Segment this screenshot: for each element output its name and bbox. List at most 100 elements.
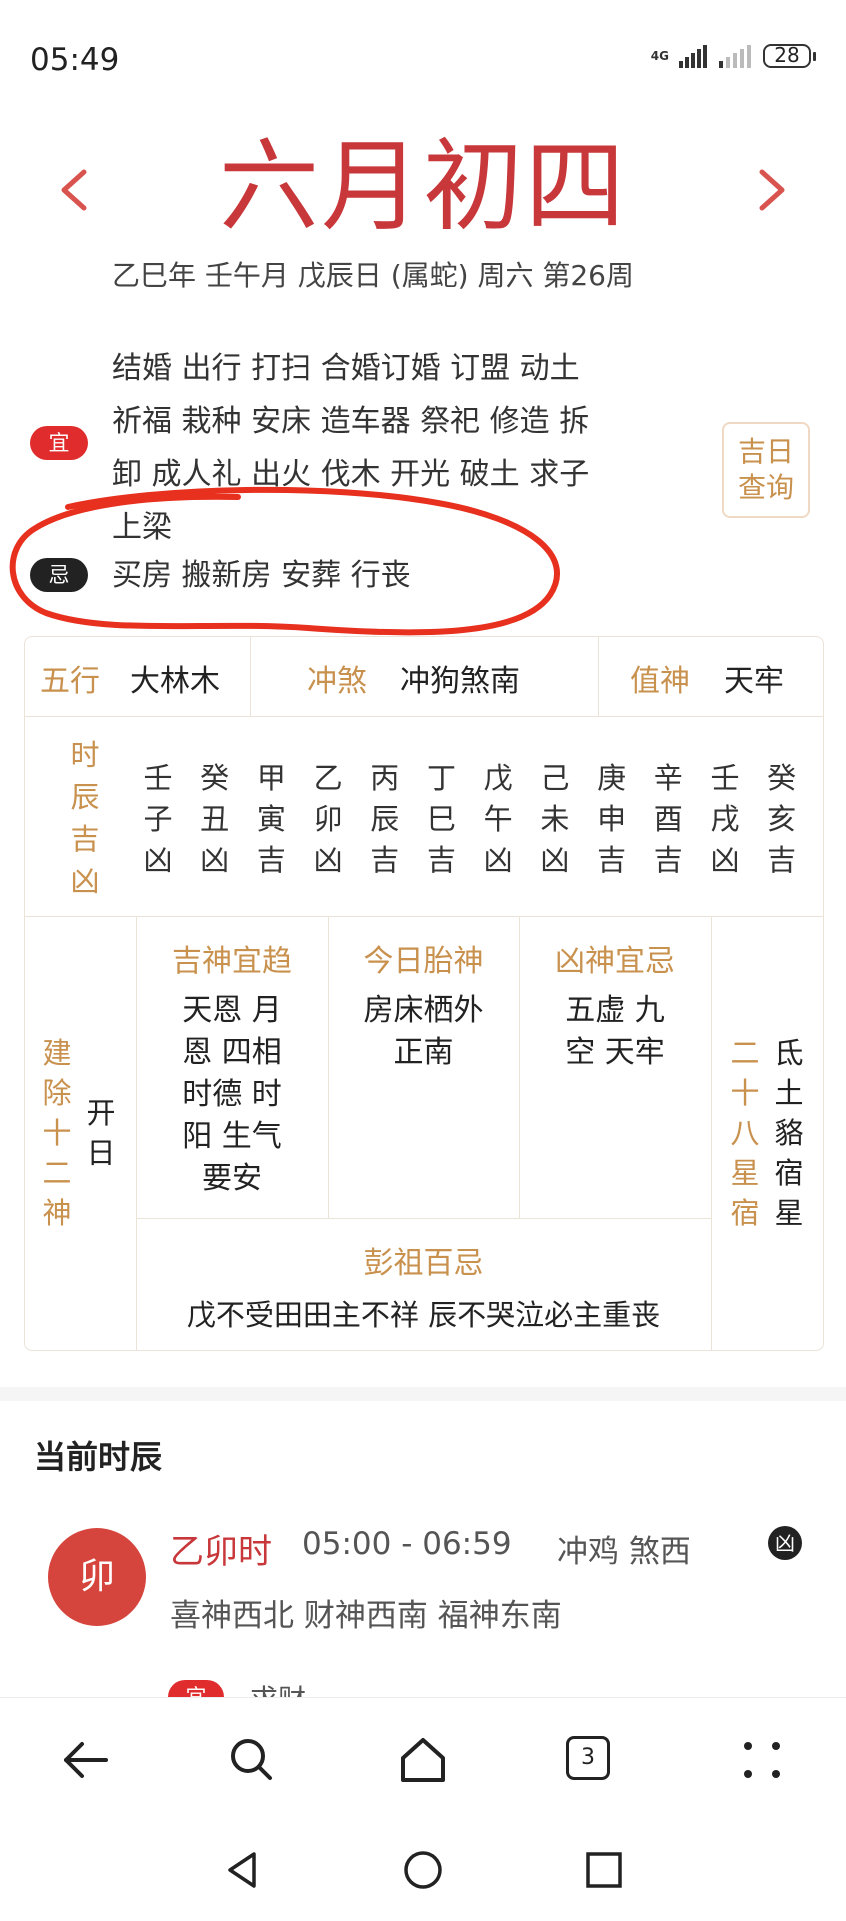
shichen-column: 庚申吉	[589, 758, 635, 881]
yi-line: 结婚 出行 打扫 合婚订婚 订盟 动土	[112, 351, 580, 386]
shichen-char: 辛	[653, 761, 683, 795]
xiongshen-value: 五虚 九空 天牢	[565, 993, 665, 1070]
hand-drawn-annotation-circle	[9, 486, 560, 636]
shichen-column: 壬戌凶	[702, 758, 748, 881]
jishen-value: 天恩 月恩 四相 时德 时阳 生气 要安	[182, 993, 282, 1196]
battery-level: 28	[763, 44, 811, 68]
current-shichen-name: 乙卯时	[170, 1532, 272, 1572]
shichen-char: 壬	[710, 761, 740, 795]
shichen-column: 乙卯凶	[305, 758, 351, 881]
button-label-line: 查询	[737, 471, 794, 504]
shichen-column: 丙辰吉	[362, 758, 408, 881]
signal-icon-secondary	[719, 45, 751, 68]
back-arrow-icon[interactable]	[58, 1732, 114, 1788]
shichen-char: 甲	[256, 761, 286, 795]
shichen-char: 寅	[256, 802, 286, 836]
shichen-fortune: 吉	[767, 843, 797, 877]
shichen-char: 丙	[370, 761, 400, 795]
shichen-char: 亥	[767, 802, 797, 836]
current-shichen-gods: 喜神西北 财神西南 福神东南	[170, 1598, 562, 1634]
signal-icon	[679, 45, 707, 68]
pengzu-value: 戊不受田田主不祥 辰不哭泣必主重丧	[186, 1298, 661, 1332]
shichen-char: 丑	[200, 802, 230, 836]
shichen-fortune: 吉	[256, 843, 286, 877]
search-icon[interactable]	[224, 1732, 280, 1788]
xiong-badge: 凶	[768, 1526, 802, 1560]
shichen-fortune: 凶	[540, 843, 570, 877]
shichen-column: 甲寅吉	[248, 758, 294, 881]
shichen-label: 时辰 吉凶	[70, 738, 100, 898]
shichen-fortune: 吉	[426, 843, 456, 877]
zhishen-value: 天牢	[724, 664, 784, 699]
shichen-char: 未	[540, 802, 570, 836]
shichen-char: 壬	[143, 761, 173, 795]
zhishen-label: 值神	[630, 664, 690, 699]
shichen-column: 壬子凶	[135, 758, 181, 881]
shichen-column: 辛酉吉	[645, 758, 691, 881]
button-label-line: 吉日	[737, 435, 794, 468]
shichen-char: 癸	[767, 761, 797, 795]
wuxing-value: 大林木	[130, 664, 220, 699]
shichen-char: 午	[483, 802, 513, 836]
section-divider	[0, 1387, 846, 1401]
xiu-value: 氐土 貉宿 星	[774, 1036, 804, 1230]
shichen-column: 癸丑凶	[192, 758, 238, 881]
chevron-right-icon[interactable]	[746, 160, 796, 220]
shichen-char: 辰	[370, 802, 400, 836]
shichen-char: 酉	[653, 802, 683, 836]
shichen-char: 巳	[426, 802, 456, 836]
wuxing-label: 五行	[40, 664, 100, 699]
current-shichen-time: 05:00 - 06:59	[302, 1526, 512, 1562]
shichen-column: 丁巳吉	[419, 758, 465, 881]
pengzu-label: 彭祖百忌	[363, 1246, 484, 1281]
chongsha-label: 冲煞	[307, 664, 367, 699]
shichen-column: 癸亥吉	[759, 758, 805, 881]
shichen-fortune: 凶	[313, 843, 343, 877]
shichen-char: 癸	[200, 761, 230, 795]
yi-line: 祈福 栽种 安床 造车器 祭祀 修造 拆	[112, 404, 590, 439]
shichen-char: 庚	[597, 761, 627, 795]
shichen-fortune: 吉	[597, 843, 627, 877]
date-info: 乙巳年 壬午月 戊辰日 (属蛇) 周六 第26周	[112, 259, 634, 292]
system-recents-icon[interactable]	[582, 1848, 626, 1892]
xiongshen-label: 凶神宜忌	[555, 944, 675, 979]
status-icons: 4G 28	[651, 44, 816, 68]
auspicious-day-query-button[interactable]: 吉日 查询	[722, 422, 810, 518]
shichen-fortune: 凶	[483, 843, 513, 877]
shichen-char: 丁	[426, 761, 456, 795]
current-shichen-title: 当前时辰	[34, 1438, 163, 1476]
more-menu-icon[interactable]	[734, 1732, 790, 1788]
shichen-column: 戊午凶	[475, 758, 521, 881]
shichen-char: 戊	[483, 761, 513, 795]
shichen-char: 申	[597, 802, 627, 836]
shichen-fortune: 吉	[370, 843, 400, 877]
jianchu-value: 开日	[86, 1096, 116, 1170]
system-back-icon[interactable]	[220, 1848, 264, 1892]
shichen-char: 子	[143, 802, 173, 836]
shichen-column: 己未凶	[532, 758, 578, 881]
shichen-char: 卯	[313, 802, 343, 836]
jishen-label: 吉神宜趋	[172, 944, 292, 979]
shichen-branch-circle: 卯	[48, 1528, 146, 1626]
status-time: 05:49	[30, 42, 120, 78]
lunar-date-title: 六月初四	[219, 128, 627, 245]
shichen-fortune: 吉	[653, 843, 683, 877]
home-icon[interactable]	[395, 1732, 451, 1788]
network-type: 4G	[650, 48, 669, 63]
system-home-icon[interactable]	[401, 1848, 445, 1892]
shichen-fortune: 凶	[200, 843, 230, 877]
chongsha-value: 冲狗煞南	[400, 664, 520, 699]
shichen-char: 乙	[313, 761, 343, 795]
yi-badge: 宜	[30, 426, 88, 460]
current-shichen-clash: 冲鸡 煞西	[557, 1534, 691, 1570]
shichen-char: 戌	[710, 802, 740, 836]
battery-icon: 28	[763, 44, 816, 68]
shichen-fortune: 凶	[143, 843, 173, 877]
tabs-button[interactable]: 3	[566, 1736, 610, 1780]
jianchu-label: 建除 十二 神	[42, 1036, 72, 1230]
xiu-label: 二十 八星 宿	[730, 1036, 760, 1230]
taishen-value: 房床栖外 正南	[363, 993, 484, 1070]
shichen-char: 己	[540, 761, 570, 795]
shichen-fortune: 凶	[710, 843, 740, 877]
taishen-label: 今日胎神	[363, 944, 484, 979]
